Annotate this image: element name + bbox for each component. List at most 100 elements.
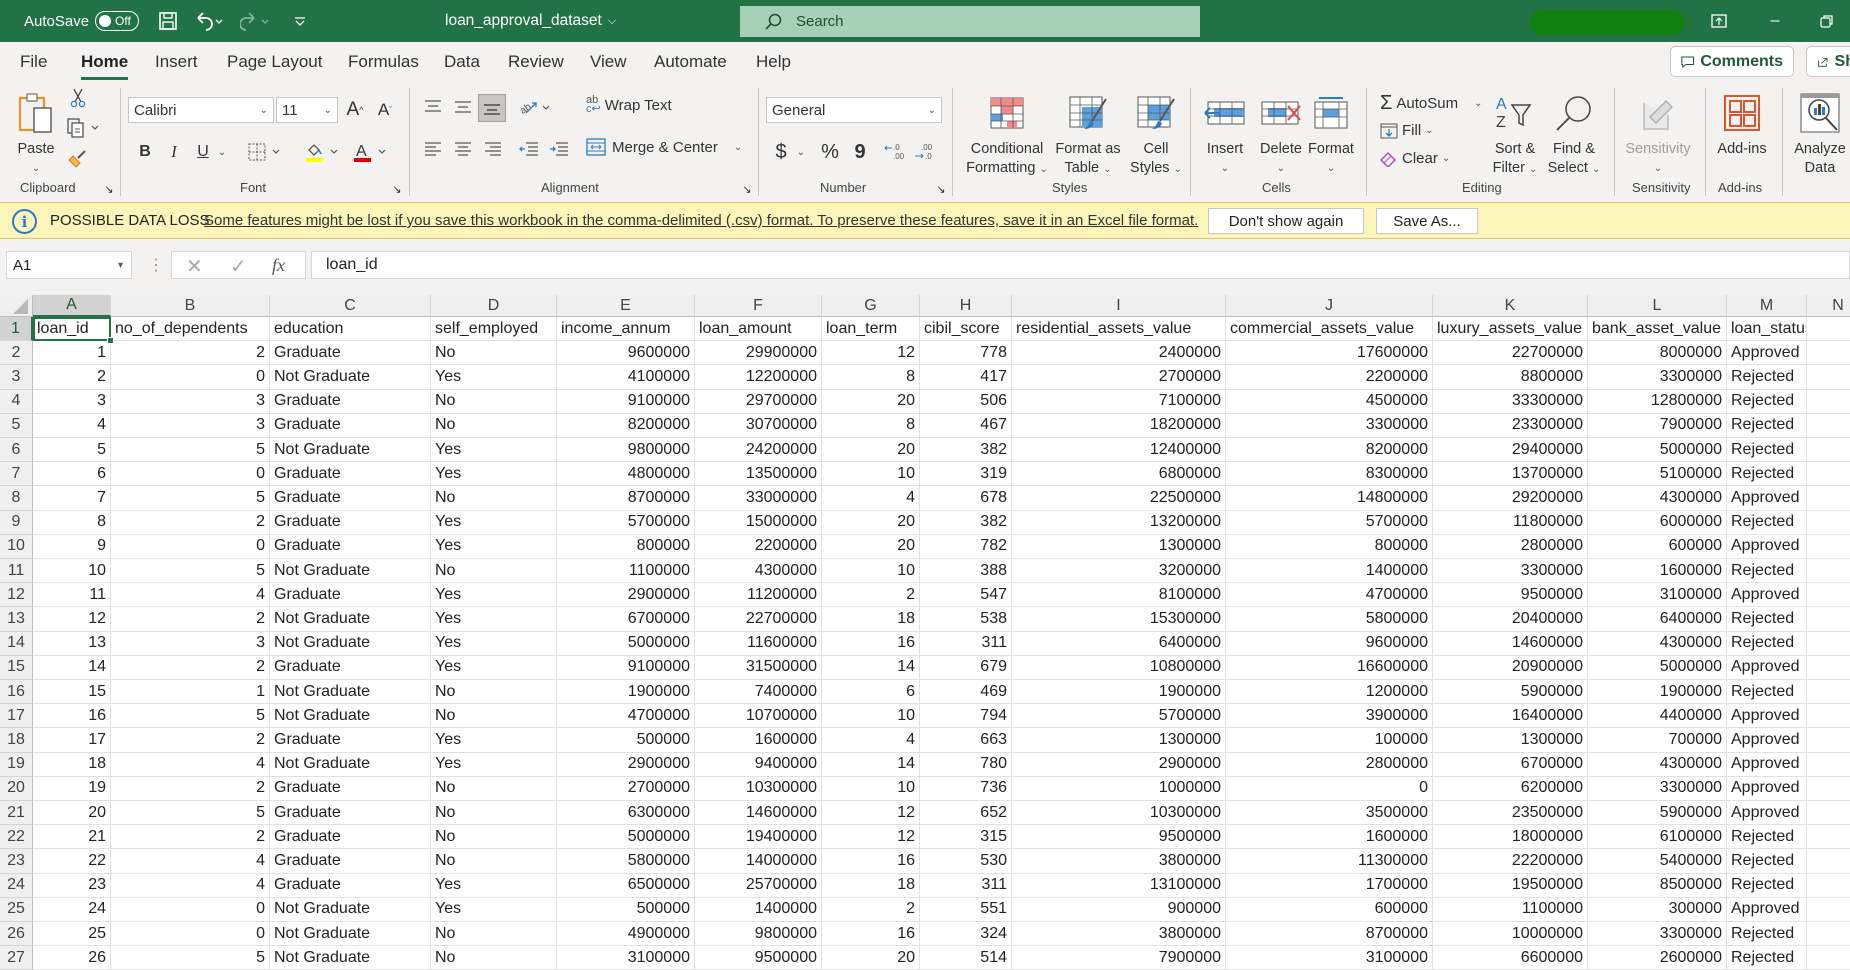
table-cell[interactable]: 4300000 <box>1588 752 1727 777</box>
header-cell[interactable]: education <box>270 317 431 342</box>
table-cell[interactable] <box>1807 462 1850 487</box>
table-cell[interactable]: 7100000 <box>1012 389 1226 414</box>
underline-button[interactable]: U <box>192 138 214 166</box>
increase-decimal-icon[interactable]: .0.00 <box>882 138 908 166</box>
table-cell[interactable]: 2 <box>111 341 270 366</box>
ribbon-display-icon[interactable] <box>1696 0 1742 42</box>
alignment-launcher-icon[interactable]: ↘ <box>740 182 754 196</box>
table-cell[interactable]: 4 <box>111 583 270 608</box>
table-cell[interactable]: 4300000 <box>1588 631 1727 656</box>
column-header-c[interactable]: C <box>270 295 431 317</box>
row-header[interactable]: 6 <box>0 438 33 463</box>
table-cell[interactable] <box>1807 341 1850 366</box>
row-header[interactable]: 10 <box>0 534 33 559</box>
table-cell[interactable]: 2 <box>822 897 920 922</box>
table-cell[interactable]: 4 <box>822 728 920 753</box>
table-cell[interactable]: No <box>431 922 557 947</box>
table-cell[interactable]: 5 <box>111 704 270 729</box>
table-cell[interactable]: 4 <box>111 849 270 874</box>
header-cell[interactable]: loan_amount <box>695 317 822 342</box>
table-cell[interactable]: Approved <box>1727 752 1807 777</box>
table-cell[interactable]: 2 <box>33 365 111 390</box>
table-cell[interactable]: Yes <box>431 607 557 632</box>
wrap-text-button[interactable]: ab c↩ Wrap Text <box>586 95 672 115</box>
header-cell[interactable]: loan_id <box>33 317 111 342</box>
table-cell[interactable]: 2 <box>111 825 270 850</box>
table-cell[interactable]: 10 <box>822 776 920 801</box>
number-launcher-icon[interactable]: ↘ <box>934 182 948 196</box>
table-cell[interactable]: Graduate <box>270 583 431 608</box>
table-cell[interactable]: 31500000 <box>695 655 822 680</box>
table-cell[interactable]: 5000000 <box>557 631 695 656</box>
table-cell[interactable] <box>1807 922 1850 947</box>
table-cell[interactable]: 6400000 <box>1012 631 1226 656</box>
table-cell[interactable]: Graduate <box>270 801 431 826</box>
table-cell[interactable]: 382 <box>920 438 1012 463</box>
table-cell[interactable]: 9800000 <box>695 922 822 947</box>
table-cell[interactable]: 12800000 <box>1588 389 1727 414</box>
table-cell[interactable]: 5400000 <box>1588 849 1727 874</box>
table-cell[interactable]: 469 <box>920 680 1012 705</box>
select-all-button[interactable] <box>0 295 33 317</box>
table-cell[interactable]: 6700000 <box>557 607 695 632</box>
table-cell[interactable]: 1600000 <box>1588 559 1727 584</box>
table-cell[interactable]: Not Graduate <box>270 680 431 705</box>
header-cell[interactable]: loan_status <box>1727 317 1807 342</box>
table-cell[interactable]: 4300000 <box>695 559 822 584</box>
table-cell[interactable]: 0 <box>111 365 270 390</box>
table-cell[interactable]: 100000 <box>1226 728 1433 753</box>
table-cell[interactable]: 2800000 <box>1226 752 1433 777</box>
tab-insert[interactable]: Insert <box>155 42 198 82</box>
table-cell[interactable]: No <box>431 801 557 826</box>
table-cell[interactable]: Approved <box>1727 704 1807 729</box>
fill-color-icon[interactable] <box>304 138 344 166</box>
table-cell[interactable]: 6000000 <box>1588 510 1727 535</box>
underline-dropdown-icon[interactable]: ⌄ <box>215 138 229 166</box>
increase-font-icon[interactable]: A ^ <box>342 96 368 124</box>
autosave-control[interactable]: AutoSave Off <box>24 0 139 42</box>
align-left-icon[interactable] <box>420 136 446 162</box>
table-cell[interactable] <box>1807 632 1850 656</box>
name-box[interactable]: A1 ▾ <box>6 251 132 279</box>
clear-button[interactable]: Clear ⌄ <box>1380 150 1450 167</box>
table-cell[interactable]: 700000 <box>1588 728 1727 753</box>
paste-button[interactable]: Paste ⌄ <box>14 88 58 178</box>
table-cell[interactable]: 23 <box>33 873 111 898</box>
table-cell[interactable]: Rejected <box>1727 365 1807 390</box>
table-cell[interactable]: 7400000 <box>695 680 822 705</box>
table-cell[interactable]: 6100000 <box>1588 825 1727 850</box>
table-cell[interactable]: 1600000 <box>695 728 822 753</box>
table-cell[interactable]: 8200000 <box>1226 438 1433 463</box>
table-cell[interactable]: 679 <box>920 655 1012 680</box>
table-cell[interactable]: 25700000 <box>695 873 822 898</box>
format-as-table-button[interactable]: Format as Table ⌄ <box>1052 88 1124 179</box>
cell-styles-button[interactable]: Cell Styles ⌄ <box>1128 88 1184 179</box>
header-cell[interactable]: no_of_dependents <box>111 317 270 342</box>
table-cell[interactable] <box>1807 728 1850 753</box>
row-header[interactable]: 26 <box>0 922 33 947</box>
table-cell[interactable]: 4 <box>111 873 270 898</box>
middle-align-icon[interactable] <box>450 94 476 120</box>
table-cell[interactable]: 12 <box>33 607 111 632</box>
enter-icon[interactable]: ✓ <box>230 254 247 279</box>
table-cell[interactable]: 3200000 <box>1012 559 1226 584</box>
row-header[interactable]: 16 <box>0 680 33 705</box>
table-cell[interactable]: 18 <box>822 873 920 898</box>
table-cell[interactable]: 4 <box>111 752 270 777</box>
table-cell[interactable]: 0 <box>111 534 270 559</box>
table-cell[interactable]: 2200000 <box>695 534 822 559</box>
table-cell[interactable]: 1900000 <box>1012 680 1226 705</box>
row-header[interactable]: 17 <box>0 704 33 729</box>
table-cell[interactable]: 388 <box>920 559 1012 584</box>
table-cell[interactable]: 5900000 <box>1433 680 1588 705</box>
table-cell[interactable]: 514 <box>920 946 1012 970</box>
table-cell[interactable]: 467 <box>920 413 1012 438</box>
font-size-combo[interactable]: 11 ⌄ <box>276 97 338 123</box>
comma-style-button[interactable]: 9 <box>850 138 870 166</box>
table-cell[interactable]: 3100000 <box>1588 583 1727 608</box>
table-cell[interactable]: 8500000 <box>1588 873 1727 898</box>
top-align-icon[interactable] <box>420 94 446 120</box>
header-cell[interactable]: cibil_score <box>920 317 1012 342</box>
table-cell[interactable] <box>1807 777 1850 801</box>
table-cell[interactable]: 22500000 <box>1012 486 1226 511</box>
